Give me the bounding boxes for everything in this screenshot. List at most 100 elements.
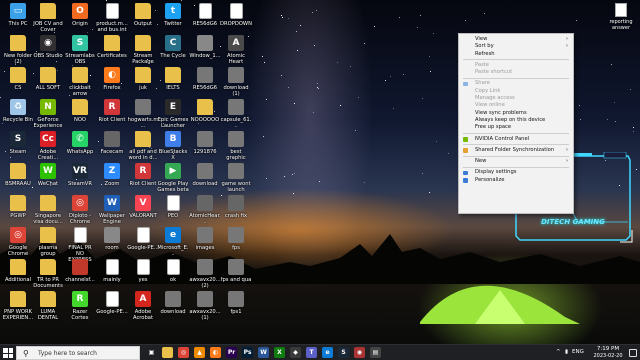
- photoshop-icon[interactable]: Ps: [242, 347, 253, 358]
- desktop-icon[interactable]: ▶ Google Play Games beta: [157, 163, 189, 193]
- desktop-icon[interactable]: hogwarts.m...: [127, 99, 159, 129]
- desktop-icon[interactable]: ok: [157, 259, 189, 283]
- desktop-icon[interactable]: download (1): [220, 67, 252, 97]
- desktop-icon[interactable]: download: [157, 291, 189, 315]
- teams-icon[interactable]: T: [306, 347, 317, 358]
- desktop-icon[interactable]: yes: [127, 259, 159, 283]
- menu-item[interactable]: Shared Folder Synchronization ›: [459, 147, 573, 154]
- menu-item[interactable]: Refresh: [459, 51, 573, 58]
- desktop-icon[interactable]: mainly: [96, 259, 128, 283]
- desktop-icon[interactable]: O Origin: [64, 3, 96, 27]
- menu-item[interactable]: Free up space: [459, 124, 573, 131]
- desktop-icon[interactable]: clickbait arrow: [64, 67, 96, 97]
- desktop-icon[interactable]: t Twitter: [157, 3, 189, 27]
- desktop-icon[interactable]: DROPDOWN: [220, 3, 252, 27]
- desktop-icon[interactable]: awxavx20... (2): [189, 259, 221, 289]
- desktop-icon[interactable]: ALL SOFT: [32, 67, 64, 91]
- desktop-icon[interactable]: product.m... and bus.int: [96, 3, 128, 33]
- desktop-icon[interactable]: AtomicHear...: [189, 195, 221, 225]
- desktop-icon[interactable]: Window_1...: [189, 35, 221, 59]
- language-indicator[interactable]: ENG: [572, 349, 584, 355]
- xbox-icon[interactable]: X: [274, 347, 285, 358]
- desktop-icon[interactable]: RE56dG6: [189, 3, 221, 27]
- desktop-icon[interactable]: game wont launch: [220, 163, 252, 193]
- desktop-icon[interactable]: R Razer Cortex: [64, 291, 96, 321]
- word-icon[interactable]: W: [258, 347, 269, 358]
- vlc-icon[interactable]: ▲: [194, 347, 205, 358]
- premiere-icon[interactable]: Pr: [226, 347, 237, 358]
- desktop-icon[interactable]: ✆ WhatsApp: [64, 131, 96, 155]
- app-icon[interactable]: ◉: [354, 347, 365, 358]
- desktop-icon[interactable]: plasma group: [32, 227, 64, 257]
- desktop-icon[interactable]: Google-PE...: [96, 291, 128, 315]
- desktop-icon[interactable]: V VALORANT: [127, 195, 159, 219]
- desktop-icon[interactable]: ◎ Google Chrome: [2, 227, 34, 257]
- desktop-icon[interactable]: best graphic: [220, 131, 252, 161]
- app-icon[interactable]: ◆: [290, 347, 301, 358]
- taskbar-clock[interactable]: 7:19 PM 2023-02-20: [590, 346, 626, 359]
- desktop-icon[interactable]: New folder (2): [2, 35, 34, 65]
- taskbar-search-box[interactable]: ⚲ Type here to search: [16, 346, 140, 360]
- desktop-icon[interactable]: Cc Adobe Creati...: [32, 131, 64, 161]
- reporting-answer-file[interactable]: reporting answer: [606, 3, 636, 31]
- network-icon[interactable]: ▮: [565, 349, 568, 355]
- desktop-icon[interactable]: LUMA DENTAL: [32, 291, 64, 321]
- desktop-icon[interactable]: 1291876: [189, 131, 221, 155]
- desktop-icon[interactable]: fps1: [220, 291, 252, 315]
- desktop-icon[interactable]: C The Cycle: [157, 35, 189, 59]
- menu-item[interactable]: Always keep on this device: [459, 117, 573, 124]
- desktop-icon[interactable]: BSMRAAU: [2, 163, 34, 187]
- desktop-icon[interactable]: Stream Package: [127, 35, 159, 65]
- chrome-icon[interactable]: ◎: [178, 347, 189, 358]
- menu-item[interactable]: NVIDIA Control Panel: [459, 136, 573, 143]
- desktop-icon[interactable]: Google-PE...: [127, 227, 159, 251]
- desktop-icon[interactable]: e Microsoft_E...: [157, 227, 189, 257]
- firefox-icon[interactable]: ◐: [210, 347, 221, 358]
- desktop-icon[interactable]: NOO: [64, 99, 96, 123]
- desktop-icon[interactable]: E Epic Games Launcher: [157, 99, 189, 129]
- desktop-icon[interactable]: TR to PR Documents: [32, 259, 64, 289]
- desktop-icon[interactable]: W WeChat: [32, 163, 64, 187]
- desktop-icon[interactable]: juk: [127, 67, 159, 91]
- desktop-icon[interactable]: ◉ OBS Studio: [32, 35, 64, 59]
- desktop-icon[interactable]: R Riot Client: [96, 99, 128, 123]
- desktop-icon[interactable]: JOB CV and Cover: [32, 3, 64, 33]
- menu-item[interactable]: View ›: [459, 36, 573, 43]
- desktop-icon[interactable]: all pdf and word in d...: [127, 131, 159, 161]
- menu-item[interactable]: Display settings: [459, 169, 573, 176]
- desktop-icon[interactable]: ♻ Recycle Bin: [2, 99, 34, 123]
- desktop-icon[interactable]: A Adobe Acrobat: [127, 291, 159, 321]
- desktop-icon[interactable]: ◐ Firefox: [96, 67, 128, 91]
- desktop-icon[interactable]: N GeForce Experience: [32, 99, 64, 129]
- menu-item[interactable]: View sync problems: [459, 110, 573, 117]
- menu-item[interactable]: New ›: [459, 158, 573, 165]
- desktop-icon[interactable]: Additional: [2, 259, 34, 283]
- desktop-icon[interactable]: capsule_61...: [220, 99, 252, 129]
- menu-item[interactable]: Personalize: [459, 177, 573, 184]
- desktop-icon[interactable]: crash fix: [220, 195, 252, 219]
- desktop-icon[interactable]: fps: [220, 227, 252, 251]
- desktop-icon[interactable]: RE56dG6: [189, 67, 221, 91]
- desktop-icon[interactable]: ◎ Diploto - Chrome: [64, 195, 96, 225]
- notification-center-icon[interactable]: [629, 349, 637, 357]
- desktop-icon[interactable]: PEO: [157, 195, 189, 219]
- edge-icon[interactable]: e: [322, 347, 333, 358]
- desktop-icon[interactable]: Certificates: [96, 35, 128, 59]
- desktop-icon[interactable]: Facecam: [96, 131, 128, 155]
- task-view-icon[interactable]: ▣: [146, 347, 157, 358]
- desktop-icon[interactable]: room: [96, 227, 128, 251]
- desktop-icon[interactable]: Output: [127, 3, 159, 27]
- file-explorer-icon[interactable]: [162, 347, 173, 358]
- desktop-icon[interactable]: download: [189, 163, 221, 187]
- desktop-icon[interactable]: W Wallpaper Engine: [96, 195, 128, 225]
- desktop-icon[interactable]: A Atomic Heart: [220, 35, 252, 65]
- desktop-icon[interactable]: R Riot Client: [127, 163, 159, 187]
- show-hidden-icons-chevron[interactable]: ^: [556, 349, 561, 355]
- desktop-icon[interactable]: ▭ This PC: [2, 3, 34, 27]
- desktop-icon[interactable]: images: [189, 227, 221, 251]
- desktop-icon[interactable]: S Steam: [2, 131, 34, 155]
- desktop-icon[interactable]: S Streamlabs OBS: [64, 35, 96, 65]
- desktop-icon[interactable]: fps and qua: [220, 259, 252, 283]
- desktop-icon[interactable]: channelsf...: [64, 259, 96, 283]
- desktop-icon[interactable]: Z Zoom: [96, 163, 128, 187]
